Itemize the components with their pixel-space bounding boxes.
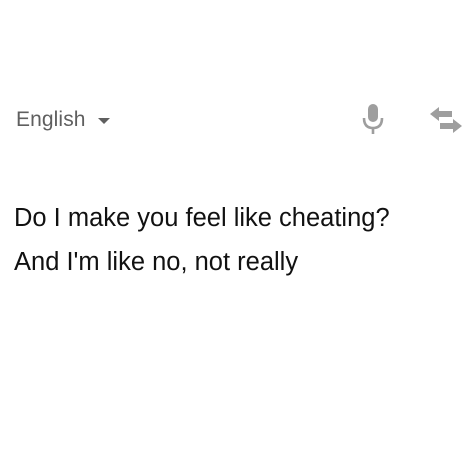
source-text-input[interactable]: Do I make you feel like cheating? And I'… xyxy=(14,196,464,284)
translate-screen: English Do I make you feel like cheating… xyxy=(0,0,474,474)
microphone-icon xyxy=(362,104,384,134)
swap-languages-button[interactable] xyxy=(426,104,466,136)
swap-languages-icon xyxy=(430,107,462,133)
input-text-line: And I'm like no, not really xyxy=(14,248,299,276)
source-language-selector[interactable]: English xyxy=(16,104,110,136)
input-text-line: Do I make you feel like cheating? xyxy=(14,204,390,232)
voice-input-button[interactable] xyxy=(356,100,390,140)
caret-down-icon xyxy=(97,118,110,124)
language-toolbar: English xyxy=(0,96,474,144)
source-language-label: English xyxy=(16,108,86,131)
